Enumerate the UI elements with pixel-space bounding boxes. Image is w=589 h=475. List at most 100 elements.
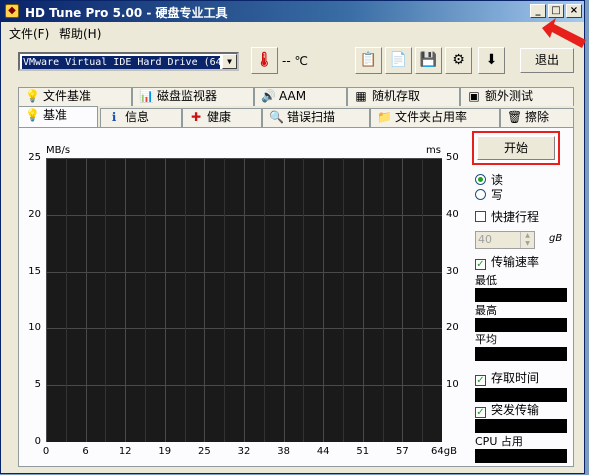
cpu-usage-label: CPU 占用: [475, 435, 523, 448]
benchmark-chart: MB/s ms 25 20 15 10 5 0 50 40 30 20 10 0 6 12 19 25 32…: [19, 128, 471, 464]
y-right-tick-label: 20: [446, 322, 459, 334]
x-tick-label: 25: [198, 446, 211, 457]
read-label: 读: [491, 173, 504, 187]
access-time-label: 存取时间: [491, 371, 540, 385]
tab-label: 擦除: [525, 110, 550, 124]
x-tick-label: 64gB: [431, 446, 457, 457]
download-button[interactable]: ⬇: [478, 47, 505, 74]
transfer-rate-label: 传输速率: [491, 255, 540, 269]
bulb-icon: 💡: [25, 108, 40, 122]
tab-info[interactable]: ℹ 信息: [100, 108, 182, 127]
copy-screen-button[interactable]: 📄: [385, 47, 412, 74]
options-icon: ⚙: [452, 52, 465, 68]
read-radio[interactable]: 读: [475, 173, 503, 188]
close-button[interactable]: ×: [566, 4, 582, 18]
tab-label: 额外测试: [485, 89, 534, 103]
checkbox-checked: ✓: [475, 375, 486, 386]
quick-stroke-checkbox[interactable]: 快捷行程: [475, 210, 539, 225]
info-icon: ℹ: [111, 110, 117, 124]
menu-help[interactable]: 帮助(H): [59, 25, 101, 42]
x-tick-label: 51: [356, 446, 370, 457]
temperature-value: -- ℃: [282, 54, 308, 68]
chevron-down-icon[interactable]: ▼: [222, 54, 237, 69]
window-icon: ▣: [468, 89, 480, 103]
x-tick-label: 57: [396, 446, 409, 457]
y-left-tick-label: 20: [28, 208, 41, 220]
quick-stroke-spinner[interactable]: 40 ▲ ▼: [475, 231, 535, 249]
x-tick-label: 32: [237, 446, 251, 457]
menu-file[interactable]: 文件(F): [9, 25, 49, 42]
tab-random-access[interactable]: ▦ 随机存取: [347, 87, 460, 106]
tab-disk-monitor[interactable]: 📊 磁盘监视器: [132, 87, 254, 106]
maximize-button[interactable]: □: [548, 4, 564, 18]
tab-label: 随机存取: [372, 89, 421, 103]
chart-grid: [46, 158, 443, 443]
y-left-label: MB/s: [46, 145, 71, 156]
burst-rate-value: [475, 419, 567, 433]
toolbar: VMware Virtual IDE Hard Drive (64 ▼ 🌡 --…: [1, 42, 584, 80]
avg-label: 平均: [475, 333, 497, 346]
app-window: ◆ HD Tune Pro 5.00 - 硬盘专业工具 _ □ × 文件(F) …: [0, 0, 585, 474]
tab-benchmark[interactable]: 💡 基准: [18, 106, 98, 127]
tab-label: 信息: [125, 110, 150, 124]
tab-strip: 💡 文件基准 📊 磁盘监视器 🔊 AAM ▦ 随机存取 ▣ 额外测试 💡 基准 ℹ 信息 ✚ 健…: [18, 87, 574, 127]
speaker-icon: 🔊: [261, 89, 276, 103]
grid-icon: ▦: [355, 89, 367, 103]
burst-rate-checkbox[interactable]: ✓ 突发传输: [475, 403, 539, 418]
minimize-button[interactable]: _: [530, 4, 546, 18]
tab-extra-tests[interactable]: ▣ 额外测试: [460, 87, 574, 106]
y-left-tick-label: 25: [28, 152, 41, 163]
radio-indicator: [475, 189, 486, 200]
exit-button[interactable]: 退出: [520, 48, 574, 73]
download-icon: ⬇: [485, 52, 498, 68]
save-icon: 💾: [419, 52, 438, 68]
checkbox-checked: ✓: [475, 259, 486, 270]
min-value: [475, 288, 567, 302]
max-value: [475, 318, 567, 332]
tab-label: 文件基准: [43, 89, 92, 103]
x-tick-label: 12: [118, 446, 132, 457]
burst-rate-label: 突发传输: [491, 403, 540, 417]
tab-error-scan[interactable]: 🔍 错误扫描: [262, 108, 370, 127]
copy-screen-icon: 📄: [389, 52, 408, 68]
drive-select[interactable]: VMware Virtual IDE Hard Drive (64 ▼: [18, 52, 239, 71]
save-button[interactable]: 💾: [415, 47, 442, 74]
trash-icon: 🗑: [507, 110, 523, 124]
temperature-button[interactable]: 🌡: [251, 47, 278, 74]
benchmark-panel: MB/s ms 25 20 15 10 5 0 50 40 30 20 10 0 6 12 19 25 32…: [18, 127, 574, 467]
folder-icon: 📁: [377, 110, 392, 124]
access-time-value: [475, 388, 567, 402]
x-tick-label: 38: [277, 446, 290, 457]
y-right-tick-label: 50: [446, 152, 459, 163]
write-radio[interactable]: 写: [475, 188, 503, 203]
transfer-rate-checkbox[interactable]: ✓ 传输速率: [475, 255, 539, 270]
min-label: 最低: [475, 274, 497, 287]
write-label: 写: [491, 188, 504, 202]
red-arrow-icon: [542, 18, 586, 48]
avg-value: [475, 347, 567, 361]
tab-label: 健康: [207, 110, 232, 124]
copy-text-button[interactable]: 📋: [355, 47, 382, 74]
y-right-tick-label: 30: [446, 265, 459, 277]
tab-folder-usage[interactable]: 📁 文件夹占用率: [370, 108, 500, 127]
tab-erase[interactable]: 🗑 擦除: [500, 108, 574, 127]
tab-file-benchmark[interactable]: 💡 文件基准: [18, 87, 132, 106]
max-label: 最高: [475, 304, 497, 317]
start-button[interactable]: 开始: [477, 136, 555, 160]
x-tick-label: 6: [82, 446, 89, 457]
bulb-icon: 💡: [25, 89, 40, 103]
tab-health[interactable]: ✚ 健康: [182, 108, 262, 127]
checkbox-indicator: [475, 211, 486, 222]
tab-label: 磁盘监视器: [157, 89, 218, 103]
options-button[interactable]: ⚙: [445, 47, 472, 74]
y-left-tick-label: 15: [28, 265, 41, 277]
access-time-checkbox[interactable]: ✓ 存取时间: [475, 371, 539, 386]
x-tick-label: 44: [316, 446, 330, 457]
x-tick-label: 19: [158, 446, 172, 457]
health-cross-icon: ✚: [190, 110, 202, 124]
tab-label: 基准: [43, 108, 68, 122]
spinner-arrows-icon[interactable]: ▲ ▼: [520, 232, 534, 248]
tab-aam[interactable]: 🔊 AAM: [254, 87, 347, 106]
magnifier-icon: 🔍: [269, 110, 284, 124]
checkbox-checked: ✓: [475, 407, 486, 418]
